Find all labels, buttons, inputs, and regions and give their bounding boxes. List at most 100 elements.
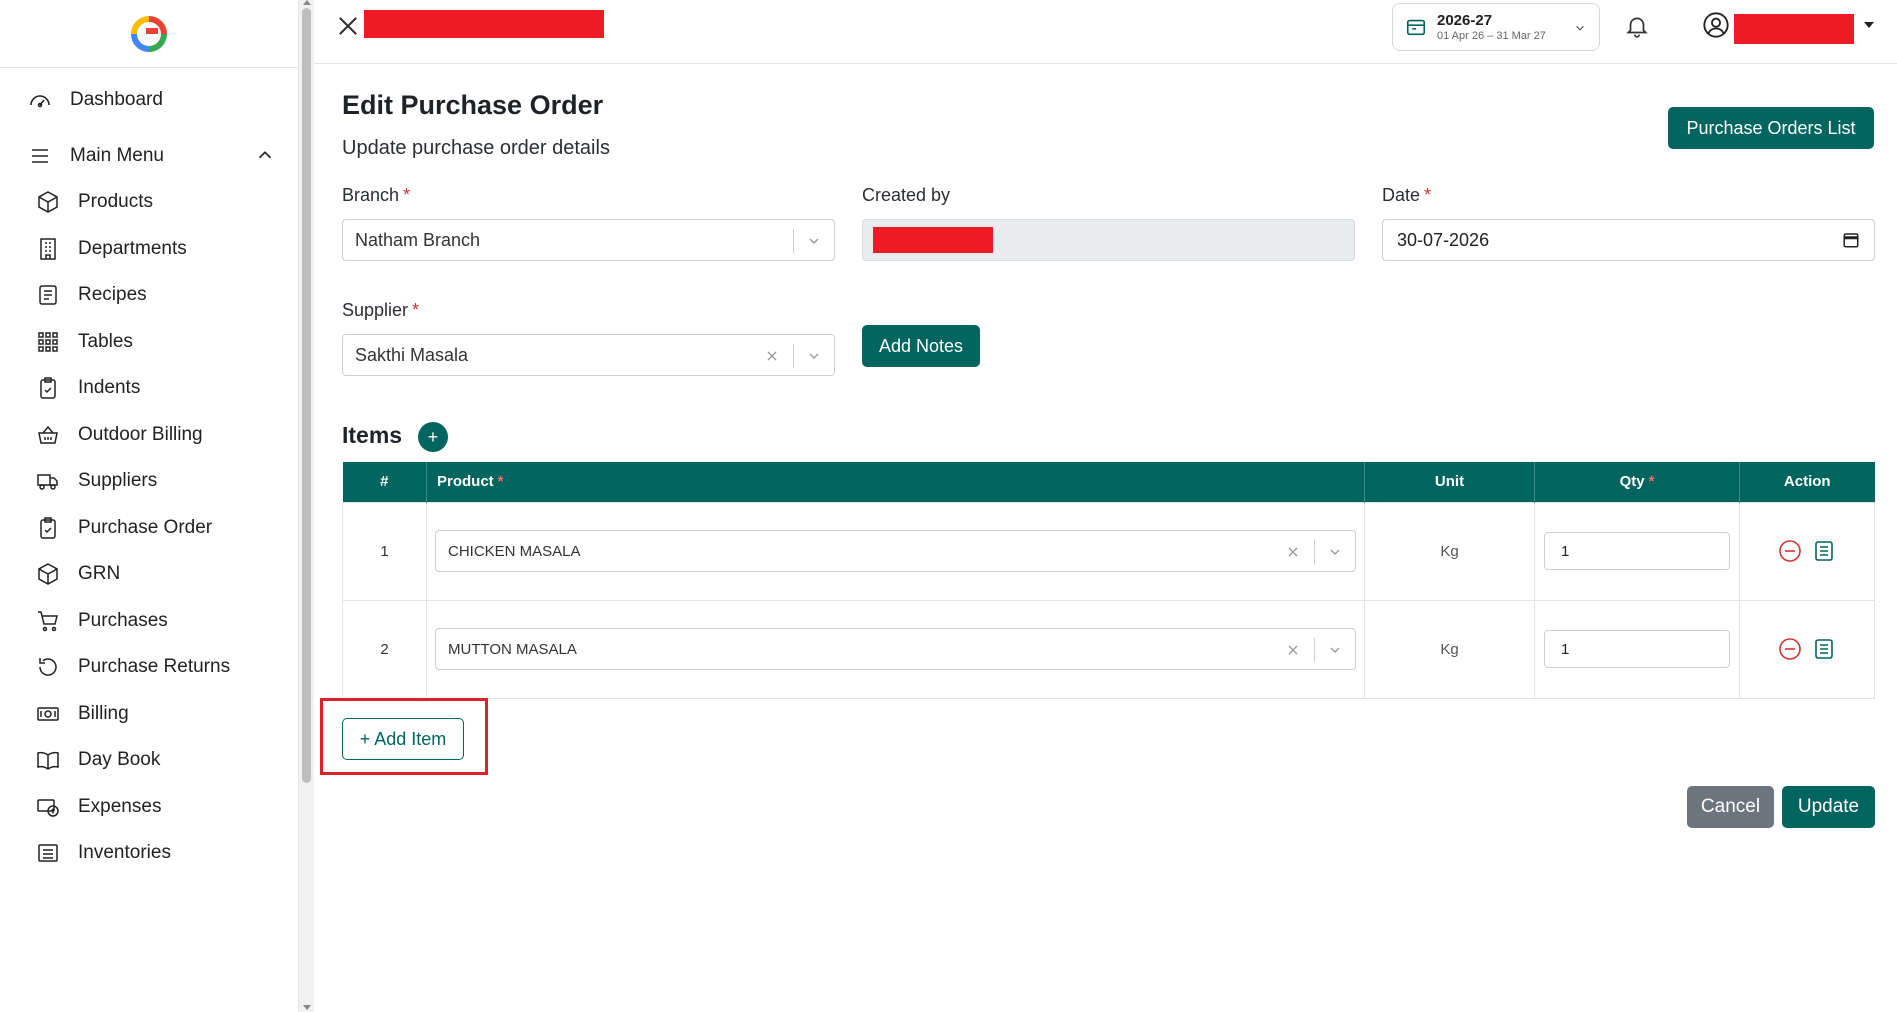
list-icon — [34, 839, 62, 867]
user-avatar-icon[interactable] — [1702, 11, 1730, 39]
purchase-orders-list-button[interactable]: Purchase Orders List — [1668, 107, 1874, 149]
column-header-action: Action — [1739, 462, 1875, 502]
building-icon — [34, 235, 62, 263]
add-notes-button[interactable]: Add Notes — [862, 325, 980, 367]
bell-icon[interactable] — [1624, 12, 1650, 40]
redacted-created-by — [873, 227, 993, 253]
remove-icon[interactable] — [1778, 539, 1802, 563]
sidebar-item-day-book[interactable]: Day Book — [34, 740, 324, 780]
sidebar-item-purchases[interactable]: Purchases — [34, 601, 324, 641]
sidebar-item-expenses[interactable]: Expenses — [34, 787, 324, 827]
sidebar-item-purchase-returns[interactable]: Purchase Returns — [34, 647, 324, 687]
calendar-card-icon — [1406, 19, 1426, 36]
row-unit: Kg — [1364, 501, 1535, 601]
supplier-select[interactable]: Sakthi Masala — [342, 334, 835, 376]
table-row: 2 MUTTON MASALA Kg 1 — [342, 599, 1875, 699]
scrollbar-thumb[interactable] — [302, 8, 311, 783]
remove-icon[interactable] — [1778, 637, 1802, 661]
product-select[interactable]: MUTTON MASALA — [435, 628, 1356, 670]
sidebar-item-inventories[interactable]: Inventories — [34, 833, 324, 873]
money-icon — [34, 793, 62, 821]
sidebar-item-tables[interactable]: Tables — [34, 322, 324, 362]
sidebar-item-label: Suppliers — [78, 470, 158, 491]
items-table: # Product * Unit Qty * Action 1 CHICKEN MA… — [342, 462, 1875, 699]
calendar-icon[interactable] — [1842, 231, 1860, 249]
notes-list-icon[interactable] — [1812, 637, 1836, 661]
scroll-up-arrow-icon[interactable] — [303, 0, 311, 5]
box-icon — [34, 188, 62, 216]
page-title: Edit Purchase Order — [342, 90, 604, 120]
sidebar-scrollbar[interactable] — [298, 0, 314, 1012]
cash-icon — [34, 700, 62, 728]
branch-select[interactable]: Natham Branch — [342, 219, 835, 261]
app-logo-icon[interactable] — [131, 15, 167, 52]
row-qty-cell: 1 — [1534, 501, 1740, 601]
row-qty-cell: 1 — [1534, 599, 1740, 699]
sidebar-item-recipes[interactable]: Recipes — [34, 275, 324, 315]
sidebar-item-label: Main Menu — [70, 145, 164, 166]
branch-value: Natham Branch — [355, 229, 481, 250]
sidebar-item-label: Purchases — [78, 609, 168, 631]
sidebar-item-billing[interactable]: Billing — [34, 694, 324, 734]
box-icon — [34, 560, 62, 588]
column-header-num: # — [342, 462, 427, 502]
sidebar-main-menu-toggle[interactable]: Main Menu — [26, 136, 276, 176]
sidebar-item-indents[interactable]: Indents — [34, 368, 324, 408]
clear-icon[interactable] — [1285, 642, 1301, 658]
chevron-down-icon[interactable] — [806, 348, 822, 364]
sidebar-item-dashboard[interactable]: Dashboard — [26, 80, 316, 120]
sidebar-item-label: Indents — [78, 377, 141, 398]
product-value: CHICKEN MASALA — [448, 542, 581, 560]
redacted-company-name — [364, 10, 604, 38]
clear-icon[interactable] — [764, 348, 780, 364]
chevron-down-icon[interactable] — [1327, 544, 1343, 560]
sidebar-item-grn[interactable]: GRN — [34, 554, 324, 594]
table-row: 1 CHICKEN MASALA Kg 1 — [342, 501, 1875, 601]
sidebar-item-purchase-order[interactable]: Purchase Order — [34, 508, 324, 548]
qty-input[interactable]: 1 — [1544, 630, 1730, 668]
row-product-cell: MUTTON MASALA — [426, 599, 1365, 699]
cart-icon — [34, 607, 62, 635]
table-header-row: # Product * Unit Qty * Action — [342, 462, 1875, 502]
row-product-cell: CHICKEN MASALA — [426, 501, 1365, 601]
qty-input[interactable]: 1 — [1544, 532, 1730, 570]
caret-down-icon[interactable] — [1864, 22, 1874, 28]
supplier-label: Supplier * — [342, 300, 420, 320]
sidebar-item-departments[interactable]: Departments — [34, 229, 324, 269]
sidebar-item-products[interactable]: Products — [34, 182, 324, 222]
sidebar-item-label: Products — [78, 191, 153, 212]
date-value: 30-07-2026 — [1397, 229, 1490, 250]
scroll-down-arrow-icon[interactable] — [303, 1005, 311, 1010]
chevron-down-icon[interactable] — [1327, 642, 1343, 658]
sidebar-item-outdoor-billing[interactable]: Outdoor Billing — [34, 415, 324, 455]
clipboard-check-icon — [34, 374, 62, 402]
fiscal-year-selector[interactable]: 2026-27 01 Apr 26 – 31 Mar 27 — [1392, 3, 1600, 51]
add-item-button[interactable]: + Add Item — [342, 718, 464, 760]
column-header-qty: Qty * — [1534, 462, 1740, 502]
sidebar-item-label: GRN — [78, 563, 121, 584]
chevron-down-icon[interactable] — [806, 233, 822, 249]
fiscal-range: 01 Apr 26 – 31 Mar 27 — [1437, 29, 1546, 42]
sidebar-item-label: Billing — [78, 702, 129, 724]
return-icon — [34, 653, 62, 681]
sidebar-item-label: Recipes — [78, 284, 147, 305]
row-number: 1 — [342, 501, 427, 601]
select-separator — [793, 229, 794, 253]
product-select[interactable]: CHICKEN MASALA — [435, 530, 1356, 572]
add-item-plus-icon[interactable]: + — [418, 422, 448, 452]
notes-list-icon[interactable] — [1812, 539, 1836, 563]
sidebar-item-suppliers[interactable]: Suppliers — [34, 461, 324, 501]
truck-icon — [34, 467, 62, 495]
sidebar: Dashboard Main Menu Products Departments R… — [0, 0, 298, 1012]
clear-icon[interactable] — [1285, 544, 1301, 560]
row-unit: Kg — [1364, 599, 1535, 699]
sidebar-item-label: Expenses — [78, 795, 162, 817]
branch-label: Branch * — [342, 185, 411, 205]
row-actions — [1739, 599, 1875, 699]
update-button[interactable]: Update — [1782, 786, 1875, 828]
cancel-button[interactable]: Cancel — [1687, 786, 1774, 828]
close-icon[interactable] — [334, 12, 362, 40]
basket-icon — [34, 421, 62, 449]
select-separator — [1314, 638, 1315, 662]
date-input[interactable]: 30-07-2026 — [1382, 219, 1875, 261]
